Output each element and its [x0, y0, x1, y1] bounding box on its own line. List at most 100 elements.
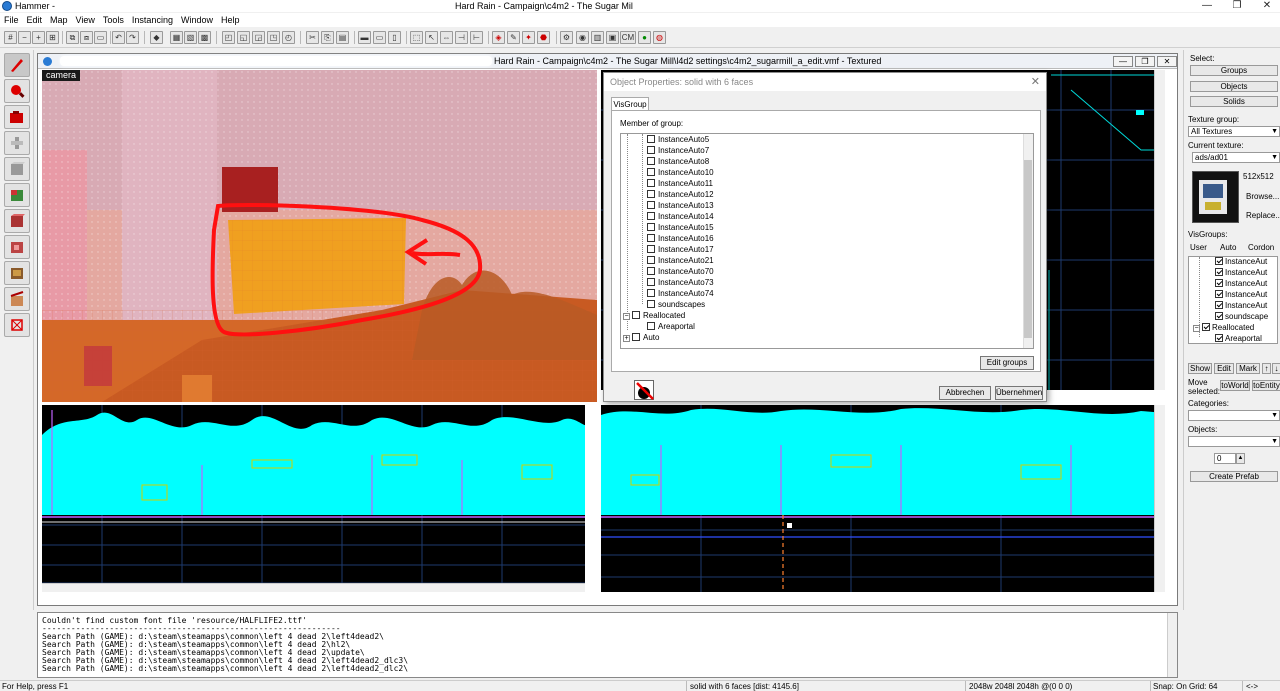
view-2d-icon[interactable]: ▦ — [170, 31, 183, 44]
texture-preview[interactable] — [1192, 171, 1239, 223]
selection-tool[interactable] — [4, 53, 30, 77]
compile-icon[interactable]: ● — [638, 31, 651, 44]
menu-map[interactable]: Map — [48, 15, 74, 25]
decal-tool[interactable] — [4, 235, 30, 259]
magnify-tool[interactable] — [4, 79, 30, 103]
align-right-icon[interactable]: ⊢ — [470, 31, 483, 44]
visgroup-item[interactable]: InstanceAuto10 — [647, 167, 714, 178]
doc-minimize-button[interactable]: — — [1113, 56, 1133, 67]
categories-select[interactable]: ▼ — [1188, 410, 1280, 421]
show-button[interactable]: Show — [1188, 363, 1212, 374]
visgroup-item[interactable]: InstanceAuto12 — [647, 189, 714, 200]
tab-cordon[interactable]: Cordon — [1248, 243, 1274, 252]
dialog-close-icon[interactable]: ✕ — [1031, 73, 1040, 91]
menu-instancing[interactable]: Instancing — [130, 15, 179, 25]
copy-icon[interactable]: ⎘ — [321, 31, 334, 44]
menu-window[interactable]: Window — [179, 15, 219, 25]
visgroup-list[interactable]: InstanceAut InstanceAut InstanceAut Inst… — [1188, 256, 1278, 344]
align-left-icon[interactable]: ⊣ — [455, 31, 468, 44]
side-view-viewport[interactable] — [601, 405, 1165, 592]
maximize-button[interactable]: ❐ — [1222, 0, 1252, 12]
vis-item[interactable]: InstanceAut — [1215, 257, 1267, 267]
menu-help[interactable]: Help — [219, 15, 246, 25]
expand-icon[interactable]: + — [623, 335, 630, 342]
flip-icon[interactable]: ⇔ — [440, 31, 453, 44]
select-groups-button[interactable]: Groups — [1190, 65, 1278, 76]
visgroup-item[interactable]: InstanceAuto8 — [647, 156, 709, 167]
clip-icon[interactable]: ✎ — [507, 31, 520, 44]
tab-auto[interactable]: Auto — [1220, 243, 1236, 252]
apply-button[interactable]: Übernehmen — [995, 386, 1043, 400]
vis-areaportal[interactable]: Areaportal — [1215, 334, 1262, 343]
vis-reallocated[interactable]: − Reallocated — [1193, 323, 1254, 333]
visgroup-item[interactable]: soundscapes — [647, 299, 705, 310]
move-up-button[interactable]: ↑ — [1262, 363, 1271, 374]
camera-tool[interactable] — [4, 105, 30, 129]
spin-buttons[interactable]: ▲ — [1236, 453, 1245, 464]
to-world-button[interactable]: toWorld — [1220, 380, 1250, 391]
collapse-icon[interactable]: − — [1193, 325, 1200, 332]
menu-tools[interactable]: Tools — [101, 15, 130, 25]
mark-button[interactable]: Mark — [1236, 363, 1260, 374]
select-solids-button[interactable]: Solids — [1190, 96, 1278, 107]
current-texture-select[interactable]: ads/ad01 ▼ — [1192, 152, 1280, 163]
visgroup-tree[interactable]: InstanceAuto5 InstanceAuto7 InstanceAuto… — [620, 133, 1034, 349]
block-tool[interactable] — [4, 157, 30, 181]
visgroup-item[interactable]: InstanceAuto15 — [647, 222, 714, 233]
toggle-mode-icon[interactable]: ◳ — [267, 31, 280, 44]
texture-group-select[interactable]: All Textures ▼ — [1188, 126, 1280, 137]
visgroup-item[interactable]: InstanceAuto11 — [647, 178, 713, 189]
pointer-icon[interactable]: ↖ — [425, 31, 438, 44]
edit-button[interactable]: Edit — [1214, 363, 1234, 374]
tab-user[interactable]: User — [1190, 243, 1207, 252]
visgroup-item[interactable]: InstanceAuto5 — [647, 134, 709, 145]
visgroup-item[interactable]: InstanceAuto74 — [647, 288, 714, 299]
vis-item[interactable]: InstanceAut — [1215, 268, 1267, 278]
edit-groups-button[interactable]: Edit groups — [980, 356, 1034, 370]
snap-grid-icon[interactable]: ⊞ — [46, 31, 59, 44]
run-map-icon[interactable]: ⚙ — [560, 31, 573, 44]
vis-item[interactable]: InstanceAut — [1215, 279, 1267, 289]
camera-viewport[interactable]: camera — [42, 70, 597, 402]
check-problems-icon[interactable]: ▥ — [591, 31, 604, 44]
visgroup-auto[interactable]: + Auto — [623, 332, 659, 343]
undo-icon[interactable]: ↶ — [112, 31, 125, 44]
brush-icon[interactable]: ▬ — [358, 31, 371, 44]
visgroup-item[interactable]: InstanceAuto70 — [647, 266, 714, 277]
menu-file[interactable]: File — [2, 15, 25, 25]
visgroup-item[interactable]: InstanceAuto7 — [647, 145, 709, 156]
grid-icon[interactable]: # — [4, 31, 17, 44]
replace-button[interactable]: Replace... — [1246, 211, 1280, 220]
console-scrollbar[interactable] — [1167, 613, 1177, 677]
vertex-tool[interactable] — [4, 313, 30, 337]
texture-app-tool[interactable] — [4, 183, 30, 207]
collapse-icon[interactable]: − — [623, 313, 630, 320]
view-3d-icon[interactable]: ▧ — [184, 31, 197, 44]
vis-item[interactable]: InstanceAut — [1215, 290, 1267, 300]
entity-icon[interactable]: ✦ — [522, 31, 535, 44]
view-textured-icon[interactable]: ▩ — [198, 31, 211, 44]
menu-view[interactable]: View — [74, 15, 101, 25]
vis-item[interactable]: InstanceAut — [1215, 301, 1267, 311]
count-input[interactable]: 0 — [1214, 453, 1236, 464]
cancel-button[interactable]: Abbrechen — [939, 386, 991, 400]
decal-icon[interactable]: ⬣ — [537, 31, 550, 44]
entity-list-icon[interactable]: ◍ — [653, 31, 666, 44]
objects-select[interactable]: ▼ — [1188, 436, 1280, 447]
group-icon[interactable]: ⧉ — [66, 31, 79, 44]
cut-icon[interactable]: ✂ — [306, 31, 319, 44]
visgroup-item[interactable]: InstanceAuto73 — [647, 277, 714, 288]
minimize-button[interactable]: — — [1192, 0, 1222, 12]
tab-visgroup[interactable]: VisGroup — [611, 97, 649, 111]
visgroup-item[interactable]: InstanceAuto13 — [647, 200, 714, 211]
visgroup-item[interactable]: InstanceAuto16 — [647, 233, 714, 244]
scale-lock-icon[interactable]: ▯ — [388, 31, 401, 44]
doc-restore-button[interactable]: ❐ — [1135, 56, 1155, 67]
checkbox[interactable] — [647, 135, 655, 143]
grid-smaller-icon[interactable]: − — [18, 31, 31, 44]
selection-box-icon[interactable]: ⬚ — [410, 31, 423, 44]
visgroup-item[interactable]: InstanceAuto14 — [647, 211, 714, 222]
entity-report-icon[interactable]: ◉ — [576, 31, 589, 44]
cordon-button[interactable]: CM — [620, 31, 636, 44]
hide-icon[interactable]: ▭ — [94, 31, 107, 44]
